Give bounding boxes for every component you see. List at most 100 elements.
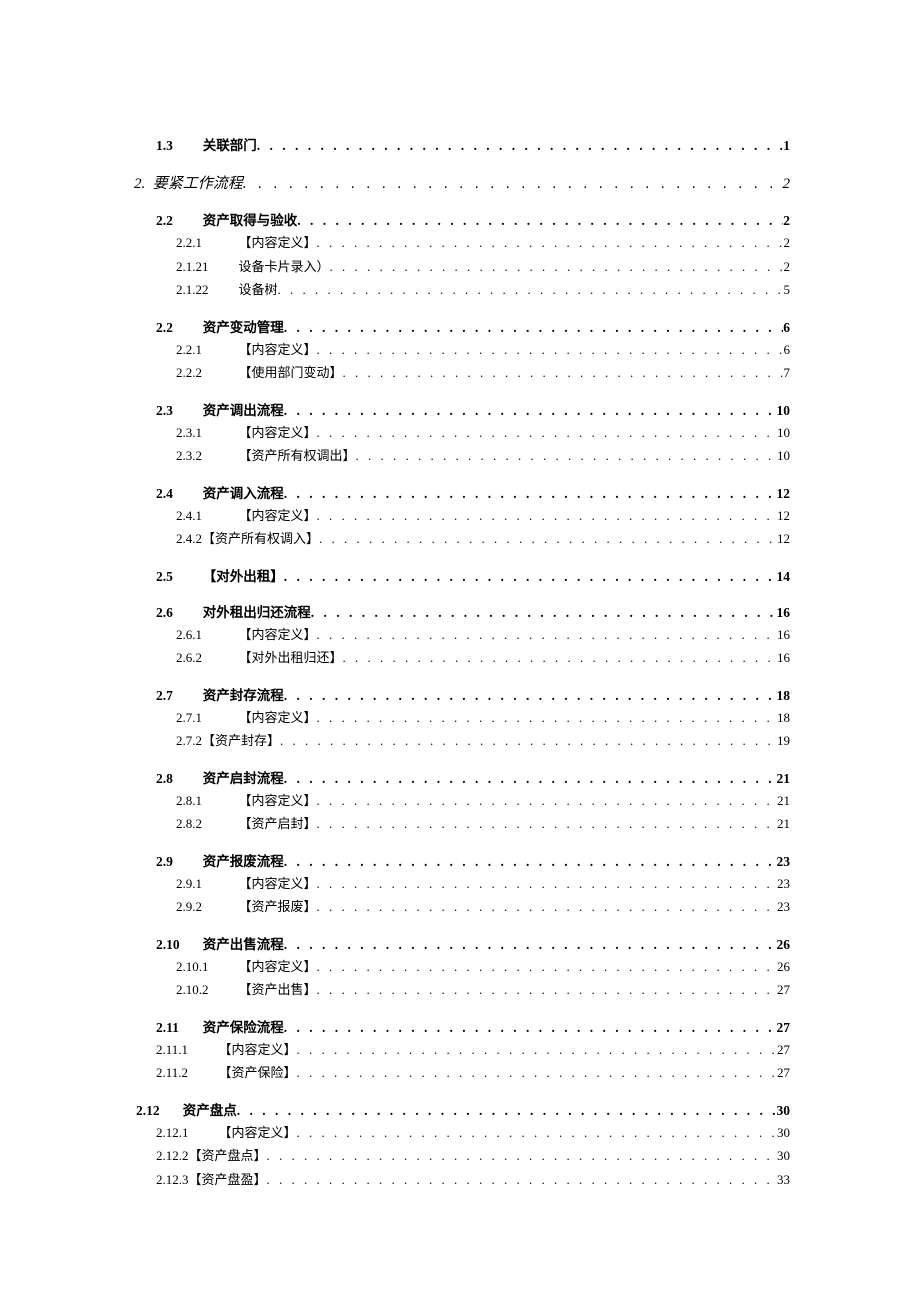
toc-entry[interactable]: 2.7.2【资产封存】19 bbox=[176, 731, 790, 751]
toc-number: 2.11.2 bbox=[156, 1063, 212, 1083]
toc-entry[interactable]: 2.9.1 【内容定义】23 bbox=[176, 874, 790, 894]
toc-leader-dots bbox=[278, 280, 784, 300]
toc-entry[interactable]: 2. 要紧工作流程2 bbox=[134, 172, 790, 193]
toc-entry[interactable]: 2.12 资产盘点30 bbox=[136, 1099, 790, 1119]
toc-leader-dots bbox=[343, 363, 784, 383]
toc-entry[interactable]: 2.2.2 【使用部门变动】7 bbox=[176, 363, 790, 383]
toc-entry[interactable]: 2.2.1 【内容定义】6 bbox=[176, 340, 790, 360]
toc-page-number: 6 bbox=[783, 320, 790, 336]
toc-leader-dots bbox=[284, 688, 777, 704]
toc-title: 【资产所有权调出】 bbox=[239, 446, 356, 466]
toc-number: 1.3 bbox=[156, 138, 196, 154]
toc-entry[interactable]: 2.12.2【资产盘点】30 bbox=[156, 1146, 790, 1166]
toc-page-number: 26 bbox=[777, 937, 791, 953]
toc-entry[interactable]: 2.11.2 【资产保险】27 bbox=[156, 1063, 790, 1083]
toc-leader-dots bbox=[297, 213, 783, 229]
toc-entry[interactable]: 2.3.2 【资产所有权调出】 10 bbox=[176, 446, 790, 466]
toc-leader-dots bbox=[317, 957, 777, 977]
toc-page-number: 23 bbox=[777, 874, 790, 894]
toc-number: 2.7 bbox=[156, 688, 196, 704]
toc-leader-dots bbox=[284, 569, 777, 585]
toc-title: 【资产启封】 bbox=[239, 814, 317, 834]
toc-title: 资产盘点 bbox=[183, 1099, 237, 1119]
toc-number: 2.12.3 bbox=[156, 1170, 189, 1190]
toc-title: 资产调入流程 bbox=[203, 482, 284, 502]
toc-page-number: 2 bbox=[783, 176, 791, 193]
toc-title: 对外租出归还流程 bbox=[203, 601, 311, 621]
toc-entry[interactable]: 2.10 资产出售流程26 bbox=[156, 933, 790, 953]
toc-leader-dots bbox=[237, 1103, 777, 1119]
toc-entry[interactable]: 2.6.2 【对外出租归还】16 bbox=[176, 648, 790, 668]
toc-title: 资产出售流程 bbox=[203, 933, 284, 953]
toc-leader-dots bbox=[317, 874, 777, 894]
toc-entry[interactable]: 1.3 关联部门1 bbox=[156, 134, 790, 154]
toc-title: 【内容定义】 bbox=[239, 625, 317, 645]
toc-title: 设备树 bbox=[239, 280, 278, 300]
toc-number: 2.4.2 bbox=[176, 529, 202, 549]
toc-leader-dots bbox=[297, 1040, 777, 1060]
toc-number: 2.9 bbox=[156, 854, 196, 870]
toc-leader-dots bbox=[356, 446, 777, 466]
toc-entry[interactable]: 2.2 资产取得与验收2 bbox=[156, 209, 790, 229]
toc-number: 2.7.2 bbox=[176, 731, 202, 751]
toc-entry[interactable]: 2.4.2【资产所有权调入】12 bbox=[176, 529, 790, 549]
toc-entry[interactable]: 2.12.3【资产盘盈】33 bbox=[156, 1170, 790, 1190]
toc-entry[interactable]: 2.10.1 【内容定义】26 bbox=[176, 957, 790, 977]
toc-leader-dots bbox=[317, 708, 777, 728]
toc-leader-dots bbox=[317, 791, 777, 811]
toc-leader-dots bbox=[317, 897, 777, 917]
toc-page-number: 6 bbox=[784, 340, 791, 360]
toc-title: 【内容定义】 bbox=[239, 708, 317, 728]
toc-page-number: 16 bbox=[777, 605, 791, 621]
toc-page-number: 23 bbox=[777, 897, 790, 917]
toc-title: 资产封存流程 bbox=[203, 684, 284, 704]
toc-entry[interactable]: 2.6 对外租出归还流程16 bbox=[156, 601, 790, 621]
toc-title: 资产取得与验收 bbox=[203, 209, 298, 229]
toc-number: 2.12 bbox=[136, 1103, 176, 1119]
toc-entry[interactable]: 2.10.2 【资产出售】27 bbox=[176, 980, 790, 1000]
toc-title: 资产变动管理 bbox=[203, 316, 284, 336]
toc-number: 2.11.1 bbox=[156, 1040, 212, 1060]
toc-number: 2.11 bbox=[156, 1020, 196, 1036]
toc-leader-dots bbox=[280, 731, 777, 751]
toc-entry[interactable]: 2.5 【对外出租】14 bbox=[156, 565, 790, 585]
toc-entry[interactable]: 2.3 资产调出流程10 bbox=[156, 399, 790, 419]
toc-leader-dots bbox=[284, 1020, 777, 1036]
toc-title: 【对外出租】 bbox=[203, 565, 284, 585]
toc-title: 【内容定义】 bbox=[239, 506, 317, 526]
toc-entry[interactable]: 2.9.2 【资产报废】23 bbox=[176, 897, 790, 917]
toc-entry[interactable]: 2.2 资产变动管理6 bbox=[156, 316, 790, 336]
toc-entry[interactable]: 2.3.1 【内容定义】10 bbox=[176, 423, 790, 443]
toc-entry[interactable]: 2.12.1 【内容定义】30 bbox=[156, 1123, 790, 1143]
toc-title: 【内容定义】 bbox=[219, 1040, 297, 1060]
toc-entry[interactable]: 2.8.2 【资产启封】21 bbox=[176, 814, 790, 834]
toc-page-number: 33 bbox=[777, 1170, 790, 1190]
toc-entry[interactable]: 2.9 资产报废流程23 bbox=[156, 850, 790, 870]
toc-entry[interactable]: 2.8 资产启封流程21 bbox=[156, 767, 790, 787]
toc-number: 2.2.2 bbox=[176, 363, 232, 383]
toc-entry[interactable]: 2.7.1 【内容定义】18 bbox=[176, 708, 790, 728]
toc-title: 【对外出租归还】 bbox=[239, 648, 343, 668]
toc-page-number: 1 bbox=[783, 138, 790, 154]
toc-page-number: 27 bbox=[777, 1040, 790, 1060]
toc-entry[interactable]: 2.4 资产调入流程12 bbox=[156, 482, 790, 502]
toc-page-number: 23 bbox=[777, 854, 791, 870]
toc-page-number: 5 bbox=[784, 280, 791, 300]
toc-leader-dots bbox=[284, 486, 777, 502]
toc-entry[interactable]: 2.4.1 【内容定义】12 bbox=[176, 506, 790, 526]
toc-number: 2.4.1 bbox=[176, 506, 232, 526]
toc-entry[interactable]: 2.8.1 【内容定义】21 bbox=[176, 791, 790, 811]
toc-entry[interactable]: 2.7 资产封存流程18 bbox=[156, 684, 790, 704]
toc-number: 2.3.2 bbox=[176, 446, 232, 466]
toc-page-number: 10 bbox=[777, 446, 790, 466]
toc-entry[interactable]: 2.6.1 【内容定义】16 bbox=[176, 625, 790, 645]
toc-leader-dots bbox=[317, 233, 784, 253]
toc-title: 资产调出流程 bbox=[203, 399, 284, 419]
toc-entry[interactable]: 2.1.21 设备卡片录入）2 bbox=[176, 257, 790, 277]
toc-page-number: 2 bbox=[784, 233, 791, 253]
toc-entry[interactable]: 2.11.1 【内容定义】 27 bbox=[156, 1040, 790, 1060]
toc-entry[interactable]: 2.11 资产保险流程27 bbox=[156, 1016, 790, 1036]
toc-entry[interactable]: 2.2.1 【内容定义】2 bbox=[176, 233, 790, 253]
toc-title: 设备卡片录入） bbox=[239, 257, 330, 277]
toc-entry[interactable]: 2.1.22 设备树5 bbox=[176, 280, 790, 300]
